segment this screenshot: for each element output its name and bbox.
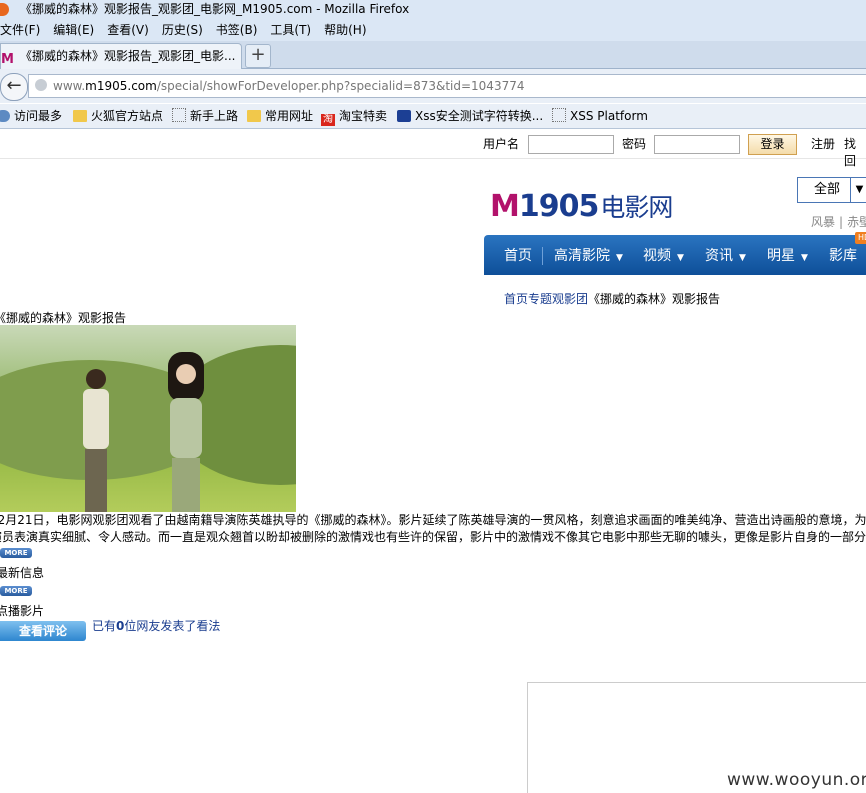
globe-icon (35, 79, 47, 91)
menubar: 文件(F) 编辑(E) 查看(V) 历史(S) 书签(B) 工具(T) 帮助(H) (0, 19, 866, 41)
chevron-down-icon: ▼ (850, 178, 866, 202)
firefox-icon (0, 3, 9, 16)
site-nav: 首页 高清影院▼ 视频▼ 资讯▼ 明星▼ 影库 HD (484, 232, 866, 277)
vod-heading: 点播影片 (0, 604, 45, 618)
password-label: 密码 (622, 137, 647, 151)
site-logo[interactable]: M1905电影网 (490, 188, 673, 224)
nav-news[interactable]: 资讯 ▼ (705, 235, 746, 279)
search-scope-select[interactable]: 全部 ▼ (797, 177, 866, 203)
bookmark-getting-started[interactable]: 新手上路 (172, 104, 238, 128)
menu-view[interactable]: 查看(V) (107, 23, 149, 37)
chevron-down-icon: ▼ (801, 253, 808, 263)
bookmark-xss-platform[interactable]: XSS Platform (552, 104, 648, 128)
menu-file[interactable]: 文件(F) (0, 23, 40, 37)
more-button[interactable]: MORE (0, 586, 32, 596)
login-bar: 用户名 密码 登录 注册 找回 (0, 130, 866, 168)
window-title: 《挪威的森林》观影报告_观影团_电影网_M1905.com - Mozilla … (20, 2, 410, 16)
tab-label: 《挪威的森林》观影报告_观影团_电影... (20, 49, 236, 63)
nav-stars[interactable]: 明星 ▼ (767, 235, 808, 279)
bookmark-taobao[interactable]: 淘淘宝特卖 (321, 104, 387, 128)
bookmark-most-visited[interactable]: 访问最多 (0, 104, 62, 128)
menu-bookmarks[interactable]: 书签(B) (216, 23, 258, 37)
login-button[interactable]: 登录 (748, 134, 797, 155)
search-scope-value: 全部 (814, 182, 841, 197)
review-line: 演员表演真实细腻、令人感动。而一直是观众翘首以盼却被删除的激情戏也有些许的保留，… (0, 530, 866, 544)
breadcrumb-special[interactable]: 专题 (528, 292, 552, 306)
tab-current[interactable]: M 《挪威的森林》观影报告_观影团_电影... (0, 43, 242, 69)
nav-home[interactable]: 首页 (504, 235, 532, 277)
latest-info-heading: 最新信息 (0, 566, 45, 580)
hd-badge: HD (855, 232, 866, 244)
hot-keywords: 风暴 | 赤壁 (811, 213, 866, 230)
m1905-favicon-icon: M (1, 52, 14, 67)
folder-icon (247, 110, 261, 122)
view-comments-button[interactable]: 查看评论 (0, 621, 86, 641)
more-button[interactable]: MORE (0, 548, 32, 558)
review-text: 12月21日，电影网观影团观看了由越南籍导演陈英雄执导的《挪威的森林》。影片延续… (0, 512, 866, 546)
breadcrumb-home[interactable]: 首页 (504, 292, 528, 306)
register-link[interactable]: 注册 (811, 135, 835, 152)
menu-tools[interactable]: 工具(T) (270, 23, 311, 37)
nav-hd-cinema[interactable]: 高清影院 ▼ (554, 235, 623, 279)
gear-icon (0, 110, 10, 122)
nav-library[interactable]: 影库 (829, 235, 857, 277)
window-titlebar: 《挪威的森林》观影报告_观影团_电影网_M1905.com - Mozilla … (0, 0, 866, 19)
bookmark-firefox-site[interactable]: 火狐官方站点 (73, 104, 163, 128)
password-input[interactable] (654, 135, 740, 154)
menu-history[interactable]: 历史(S) (162, 23, 203, 37)
menu-help[interactable]: 帮助(H) (324, 23, 366, 37)
nav-video[interactable]: 视频 ▼ (643, 235, 684, 279)
hot-keyword[interactable]: 赤壁 (847, 215, 866, 229)
chevron-down-icon: ▼ (739, 253, 746, 263)
page-icon (552, 108, 566, 122)
bookmarks-toolbar: 访问最多 火狐官方站点 新手上路 常用网址 淘淘宝特卖 Xss安全测试字符转换.… (0, 104, 866, 129)
comment-count-text[interactable]: 已有0位网友发表了看法 (92, 617, 220, 634)
username-input[interactable] (528, 135, 614, 154)
chevron-down-icon: ▼ (616, 253, 623, 263)
tab-strip: M 《挪威的森林》观影报告_观影团_电影... + (0, 41, 866, 69)
page-icon (172, 108, 186, 122)
new-tab-button[interactable]: + (245, 44, 271, 68)
breadcrumb: 首页专题观影团《挪威的森林》观影报告 (504, 290, 720, 307)
breadcrumb-current: 《挪威的森林》观影报告 (588, 292, 721, 306)
navigation-toolbar: ← www.m1905.com/special/showForDeveloper… (0, 69, 866, 103)
hot-keyword[interactable]: 风暴 (811, 215, 835, 229)
page-title: 《挪威的森林》观影报告 (0, 311, 127, 325)
back-arrow-icon: ← (6, 75, 22, 96)
menu-edit[interactable]: 编辑(E) (53, 23, 94, 37)
movie-still-image (0, 325, 296, 512)
paw-icon (397, 110, 411, 122)
recover-link[interactable]: 找回 (844, 135, 866, 169)
folder-icon (73, 110, 87, 122)
chevron-down-icon: ▼ (677, 253, 684, 263)
url-bar[interactable]: www.m1905.com/special/showForDeveloper.p… (28, 74, 866, 98)
breadcrumb-group[interactable]: 观影团 (552, 292, 588, 306)
review-line: 12月21日，电影网观影团观看了由越南籍导演陈英雄执导的《挪威的森林》。影片延续… (0, 513, 866, 527)
watermark: www.wooyun.org (727, 770, 866, 790)
username-label: 用户名 (483, 137, 520, 151)
taobao-icon: 淘 (321, 114, 335, 126)
bookmark-xss-converter[interactable]: Xss安全测试字符转换... (397, 104, 543, 128)
back-button[interactable]: ← (0, 73, 28, 101)
url-text: www.m1905.com/special/showForDeveloper.p… (53, 79, 525, 93)
bookmark-common-sites[interactable]: 常用网址 (247, 104, 313, 128)
